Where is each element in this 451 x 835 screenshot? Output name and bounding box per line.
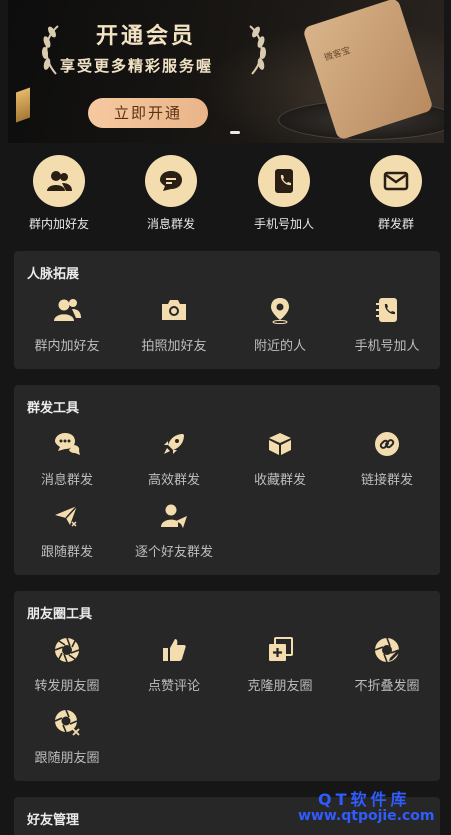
user-send-icon <box>159 501 189 531</box>
phone-book-icon <box>258 155 310 207</box>
aperture-edit-icon <box>372 635 402 665</box>
tool-label: 转发朋友圈 <box>34 679 100 694</box>
tool-forward-moments[interactable]: 转发朋友圈 <box>14 635 120 694</box>
tool-efficient-broadcast[interactable]: 高效群发 <box>121 429 227 488</box>
watermark-url: www.qtpojie.com <box>298 808 435 824</box>
thumbs-up-icon <box>159 635 189 665</box>
link-icon <box>372 429 402 459</box>
vip-banner[interactable]: 开通会员 享受更多精彩服务喔 立即开通 微客宝 <box>8 0 444 143</box>
users-icon <box>52 295 82 325</box>
section-title: 好友管理 <box>27 813 80 828</box>
tool-photo-add-friend[interactable]: 拍照加好友 <box>121 295 227 354</box>
two-users-icon <box>33 155 85 207</box>
clone-plus-icon <box>265 635 295 665</box>
tool-label: 逐个好友群发 <box>134 545 213 560</box>
banner-title: 开通会员 <box>96 24 197 49</box>
tool-label: 附近的人 <box>253 339 306 354</box>
section-title: 群发工具 <box>27 401 80 416</box>
tool-label: 点赞评论 <box>147 679 200 694</box>
tool-label: 收藏群发 <box>253 473 306 488</box>
open-membership-button[interactable]: 立即开通 <box>88 98 208 128</box>
rocket-icon <box>159 429 189 459</box>
quick-label: 手机号加人 <box>253 217 314 231</box>
quick-group-add-friend[interactable]: 群内加好友 <box>4 155 114 232</box>
tool-follow-moments[interactable]: 跟随朋友圈 <box>14 707 120 766</box>
phone-book-icon <box>372 295 402 325</box>
tool-phone-add[interactable]: 手机号加人 <box>334 295 440 354</box>
section-broadcast: 群发工具 消息群发 高效群发 收藏群发 链接群发 跟随群发 逐个好友群发 <box>14 385 440 575</box>
tool-label: 链接群发 <box>360 473 413 488</box>
chat-bubbles-icon <box>52 429 82 459</box>
box-icon <box>265 429 295 459</box>
tool-label: 高效群发 <box>147 473 200 488</box>
tool-group-add-friend[interactable]: 群内加好友 <box>14 295 120 354</box>
tool-like-comment[interactable]: 点赞评论 <box>121 635 227 694</box>
tool-label: 跟随群发 <box>40 545 93 560</box>
quick-label: 群内加好友 <box>28 217 89 231</box>
tool-label: 拍照加好友 <box>141 339 207 354</box>
chat-bubble-icon <box>145 155 197 207</box>
tool-unfolded-post[interactable]: 不折叠发圈 <box>334 635 440 694</box>
section-moments: 朋友圈工具 转发朋友圈 点赞评论 克隆朋友圈 不折叠发圈 跟随朋友圈 <box>14 591 440 781</box>
envelope-icon <box>370 155 422 207</box>
quick-label: 群发群 <box>377 217 414 231</box>
laurel-right-icon <box>249 25 267 75</box>
tool-label: 克隆朋友圈 <box>247 679 313 694</box>
section-title: 朋友圈工具 <box>27 607 93 622</box>
section-title: 人脉拓展 <box>27 267 80 282</box>
quick-label: 消息群发 <box>146 217 195 231</box>
location-pin-icon <box>265 295 295 325</box>
carousel-indicator[interactable] <box>230 131 240 134</box>
banner-subtitle: 享受更多精彩服务喔 <box>60 57 214 75</box>
tool-one-by-one-broadcast[interactable]: 逐个好友群发 <box>121 501 227 560</box>
tool-link-broadcast[interactable]: 链接群发 <box>334 429 440 488</box>
send-follow-icon <box>52 501 82 531</box>
tool-label: 消息群发 <box>40 473 93 488</box>
aperture-icon <box>52 635 82 665</box>
camera-icon <box>159 295 189 325</box>
quick-group-broadcast[interactable]: 群发群 <box>341 155 451 232</box>
watermark-title: QT软件库 <box>318 790 411 809</box>
quick-phone-add[interactable]: 手机号加人 <box>229 155 339 232</box>
quick-message-broadcast[interactable]: 消息群发 <box>116 155 226 232</box>
tool-nearby-people[interactable]: 附近的人 <box>227 295 333 354</box>
tool-label: 群内加好友 <box>34 339 100 354</box>
tool-follow-broadcast[interactable]: 跟随群发 <box>14 501 120 560</box>
tool-clone-moments[interactable]: 克隆朋友圈 <box>227 635 333 694</box>
tool-favorites-broadcast[interactable]: 收藏群发 <box>227 429 333 488</box>
section-network: 人脉拓展 群内加好友 拍照加好友 附近的人 手机号加人 <box>14 251 440 369</box>
vip-card-label: 微客宝 <box>323 45 352 64</box>
tool-label: 不折叠发圈 <box>354 679 420 694</box>
quick-actions: 群内加好友 消息群发 手机号加人 群发群 <box>0 155 451 235</box>
tool-label: 手机号加人 <box>354 339 420 354</box>
aperture-shuffle-icon <box>52 707 82 737</box>
tool-message-broadcast[interactable]: 消息群发 <box>14 429 120 488</box>
tool-label: 跟随朋友圈 <box>34 751 100 766</box>
gold-ribbon-decoration <box>16 87 30 123</box>
